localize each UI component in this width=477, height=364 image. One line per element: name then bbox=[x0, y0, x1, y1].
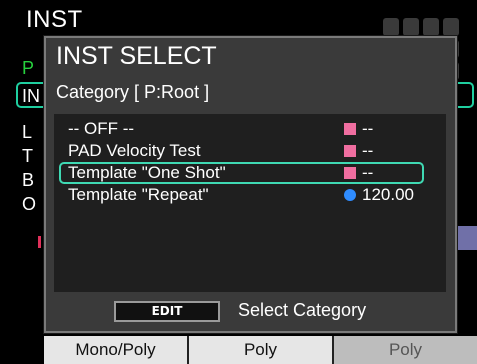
bg-row-label: B bbox=[22, 170, 35, 190]
bg-row-label: IN bbox=[22, 86, 40, 106]
item-value-group: -- bbox=[344, 118, 373, 140]
list-item[interactable]: -- OFF -- -- bbox=[54, 118, 446, 140]
list-item-selected[interactable]: Template "One Shot" -- bbox=[59, 162, 424, 184]
item-value-group: -- bbox=[344, 140, 373, 162]
dialog-footer: EDIT Select Category bbox=[46, 296, 455, 331]
item-value: 120.00 bbox=[362, 185, 414, 204]
bg-row-label: O bbox=[22, 194, 37, 214]
function-poly-dim[interactable]: Poly bbox=[334, 336, 477, 364]
edit-button[interactable]: EDIT bbox=[114, 301, 220, 322]
dialog-title: INST SELECT bbox=[56, 42, 217, 70]
item-value: -- bbox=[362, 141, 374, 160]
bottom-function-bar: Mono/Poly Poly Poly bbox=[44, 336, 477, 364]
function-poly[interactable]: Poly bbox=[189, 336, 332, 364]
category-label: Category [ P:Root ] bbox=[56, 82, 210, 102]
item-name: PAD Velocity Test bbox=[68, 141, 201, 160]
pink-square-icon bbox=[344, 145, 356, 157]
function-mono-poly[interactable]: Mono/Poly bbox=[44, 336, 187, 364]
list-item[interactable]: Template "Repeat" 120.00 bbox=[54, 184, 446, 206]
item-name: -- OFF -- bbox=[68, 119, 135, 138]
bg-marker bbox=[38, 236, 41, 248]
pink-square-icon bbox=[344, 123, 356, 135]
bg-row-label: T bbox=[22, 146, 33, 166]
item-value: -- bbox=[362, 119, 374, 138]
bg-row-label: P bbox=[22, 58, 35, 78]
instrument-list[interactable]: -- OFF -- -- PAD Velocity Test -- Templa… bbox=[54, 114, 446, 292]
footer-label: Select Category bbox=[238, 300, 367, 320]
item-value-group: 120.00 bbox=[344, 184, 414, 206]
list-item[interactable]: PAD Velocity Test -- bbox=[54, 140, 446, 162]
bg-block bbox=[456, 226, 477, 250]
inst-select-dialog: INST SELECT Category [ P:Root ] -- OFF -… bbox=[44, 36, 457, 333]
item-name: Template "Repeat" bbox=[68, 185, 209, 204]
blue-dot-icon bbox=[344, 189, 356, 201]
item-name: Template "One Shot" bbox=[68, 163, 226, 182]
screen-title: INST bbox=[26, 6, 83, 33]
item-value: -- bbox=[362, 163, 374, 182]
bg-row-label: L bbox=[22, 122, 33, 142]
pink-square-icon bbox=[344, 167, 356, 179]
item-value-group: -- bbox=[344, 162, 373, 184]
